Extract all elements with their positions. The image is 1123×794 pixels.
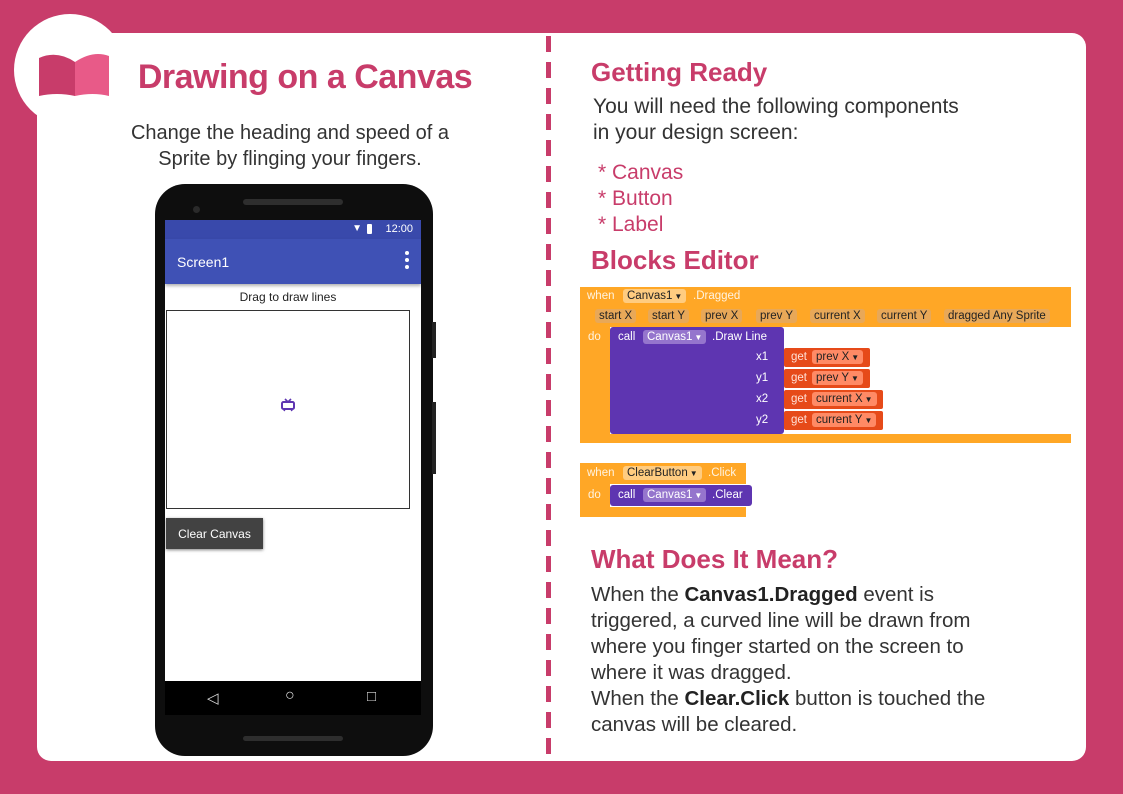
getting-ready-heading: Getting Ready bbox=[591, 57, 768, 87]
variable-dropdown[interactable]: current Y ▼ bbox=[812, 413, 877, 427]
call-component-dropdown[interactable]: Canvas1 ▼ bbox=[643, 488, 707, 502]
get-keyword: get bbox=[791, 351, 807, 363]
app-bar: Screen1 bbox=[165, 239, 421, 284]
meaning-paragraph: When the Canvas1.Dragged event is trigge… bbox=[591, 583, 971, 684]
call-keyword: call bbox=[618, 489, 636, 501]
do-keyword: do bbox=[588, 331, 601, 343]
phone-screen: ▼ 12:00 Screen1 Drag to draw lines Clear… bbox=[165, 220, 421, 715]
do-keyword: do bbox=[588, 489, 601, 501]
call-keyword: call bbox=[618, 331, 636, 343]
phone-camera bbox=[193, 206, 200, 213]
arg-label: x1 bbox=[756, 351, 769, 363]
meaning-paragraph: When the Clear.Click button is touched t… bbox=[591, 687, 986, 736]
drawing-canvas[interactable] bbox=[166, 310, 410, 509]
recents-icon[interactable]: □ bbox=[367, 688, 376, 705]
arg-label: y2 bbox=[756, 414, 769, 426]
get-keyword: get bbox=[791, 414, 807, 426]
drag-label: Drag to draw lines bbox=[239, 290, 337, 304]
blocks-editor-heading: Blocks Editor bbox=[591, 245, 759, 275]
overflow-menu-icon[interactable] bbox=[405, 251, 409, 272]
get-keyword: get bbox=[791, 372, 807, 384]
page-title: Drawing on a Canvas bbox=[137, 58, 473, 96]
wifi-icon: ▼ bbox=[352, 223, 362, 234]
variable-dropdown[interactable]: current X ▼ bbox=[812, 392, 877, 406]
variable-dropdown[interactable]: prev X ▼ bbox=[812, 350, 864, 364]
call-component-dropdown[interactable]: Canvas1 ▼ bbox=[643, 330, 707, 344]
phone-volume-button bbox=[432, 402, 436, 474]
home-icon[interactable]: ○ bbox=[285, 687, 295, 705]
param-prev-x[interactable]: prev X bbox=[701, 309, 743, 323]
app-title: Screen1 bbox=[177, 254, 230, 270]
method-name: .Clear bbox=[712, 489, 743, 501]
component-dropdown[interactable]: ClearButton ▼ bbox=[623, 466, 702, 480]
arg-label: y1 bbox=[756, 372, 769, 384]
page-subtitle: Change the heading and speed of a Sprite… bbox=[130, 122, 450, 170]
status-time: 12:00 bbox=[385, 223, 413, 235]
when-keyword: when bbox=[587, 290, 615, 302]
list-item: * Button bbox=[598, 187, 673, 210]
param-start-y[interactable]: start Y bbox=[648, 309, 690, 323]
phone-speaker bbox=[243, 199, 343, 205]
status-bar: ▼ 12:00 bbox=[165, 220, 421, 239]
list-item: * Label bbox=[598, 213, 664, 236]
param-current-y[interactable]: current Y bbox=[877, 309, 932, 323]
event-footer bbox=[580, 434, 1071, 443]
event-name: .Click bbox=[708, 467, 737, 479]
sprite-icon[interactable] bbox=[280, 397, 296, 413]
param-prev-y[interactable]: prev Y bbox=[756, 309, 798, 323]
event-name: .Dragged bbox=[693, 290, 741, 302]
list-item: * Canvas bbox=[598, 161, 684, 184]
variable-dropdown[interactable]: prev Y ▼ bbox=[812, 371, 863, 385]
meaning-text: When the Canvas1.Dragged event is trigge… bbox=[591, 582, 991, 738]
method-name: .Draw Line bbox=[712, 331, 767, 343]
meaning-heading: What Does It Mean? bbox=[591, 544, 839, 574]
battery-icon bbox=[367, 224, 372, 234]
param-start-x[interactable]: start X bbox=[595, 309, 637, 323]
phone-power-button bbox=[432, 322, 436, 358]
when-keyword: when bbox=[587, 467, 615, 479]
phone-bottom-bar bbox=[243, 736, 343, 741]
column-divider bbox=[546, 36, 551, 760]
arg-label: x2 bbox=[756, 393, 769, 405]
getting-ready-text: You will need the following components i… bbox=[593, 95, 959, 144]
book-logo-icon bbox=[39, 54, 109, 96]
components-list: * Canvas * Button * Label bbox=[598, 160, 683, 238]
event-footer bbox=[580, 507, 746, 517]
param-dragged-any-sprite[interactable]: dragged Any Sprite bbox=[944, 309, 1050, 323]
back-icon[interactable]: ◁ bbox=[207, 689, 219, 707]
component-dropdown[interactable]: Canvas1 ▼ bbox=[623, 289, 687, 303]
nav-bar: ◁ ○ □ bbox=[165, 681, 421, 715]
clear-canvas-button[interactable]: Clear Canvas bbox=[166, 518, 263, 549]
param-current-x[interactable]: current X bbox=[810, 309, 865, 323]
get-keyword: get bbox=[791, 393, 807, 405]
